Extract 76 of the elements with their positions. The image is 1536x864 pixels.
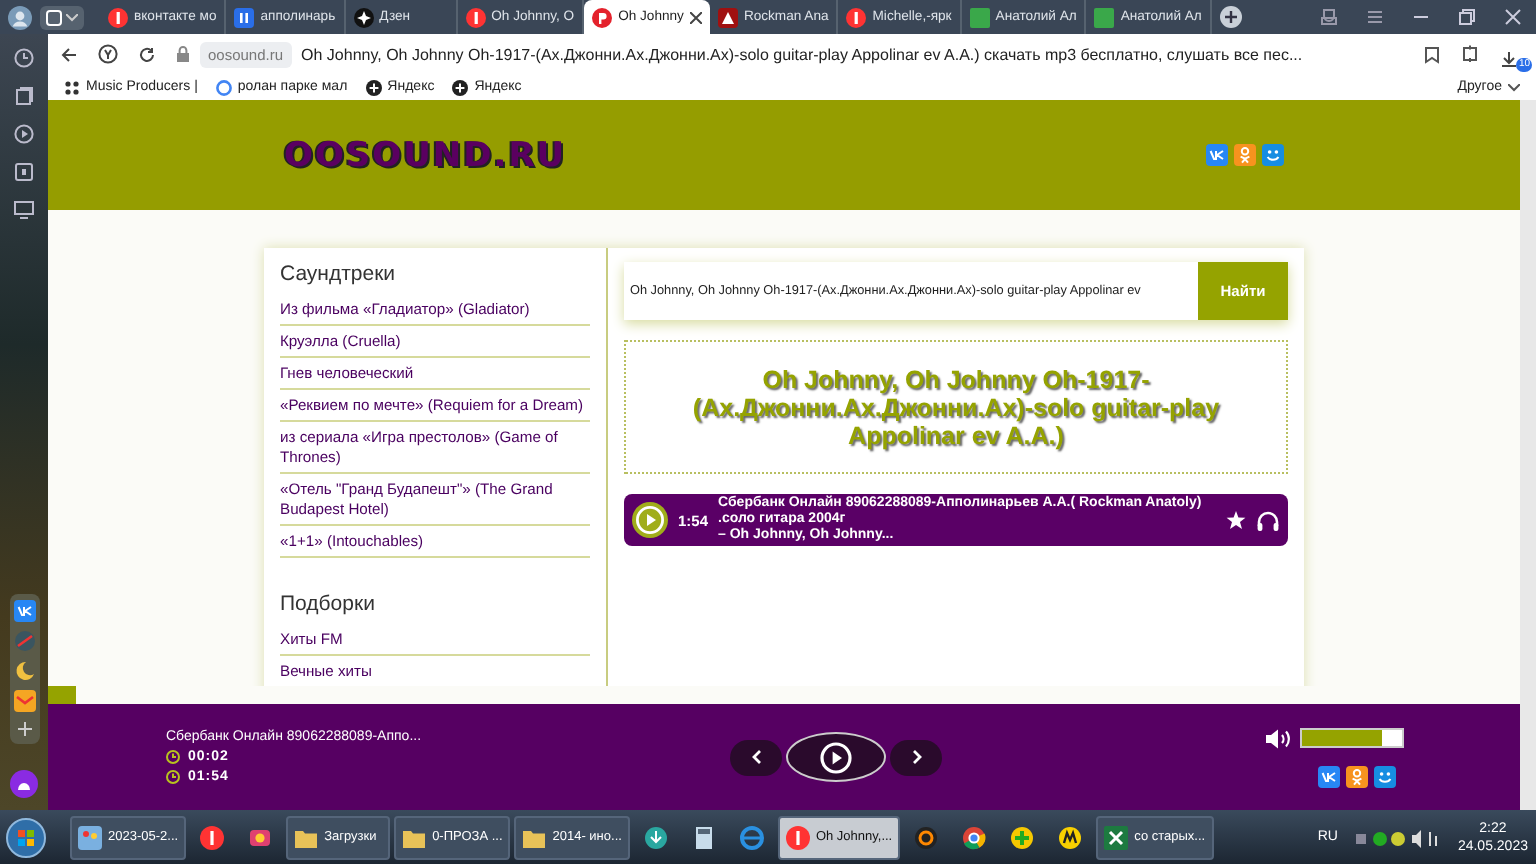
favicon-icon — [717, 7, 738, 27]
back-icon[interactable] — [60, 45, 78, 63]
clock-icon — [166, 750, 180, 764]
download-icon[interactable] — [1500, 50, 1518, 68]
favicon-icon — [353, 7, 374, 27]
reload-icon[interactable] — [138, 45, 156, 63]
mail-app-icon[interactable] — [13, 690, 35, 712]
play-icon — [820, 741, 852, 773]
previous-button[interactable] — [730, 739, 782, 775]
app-icon — [691, 825, 716, 849]
app-icon — [785, 825, 810, 849]
caret-icon — [1508, 83, 1520, 91]
app-icon — [962, 825, 987, 849]
close-icon[interactable] — [689, 11, 702, 23]
headphones-icon[interactable] — [1256, 509, 1280, 531]
odnoklassniki-icon[interactable] — [1346, 765, 1368, 787]
favicon-icon — [1094, 7, 1115, 27]
section-heading: Саундтреки — [280, 260, 398, 290]
app-icon — [1058, 825, 1083, 849]
restore-icon[interactable] — [1458, 8, 1476, 26]
assistant-icon[interactable] — [10, 770, 38, 798]
favicon-icon — [846, 7, 867, 27]
favicon-icon — [465, 7, 486, 27]
play-button[interactable] — [786, 732, 886, 782]
tab-list-button[interactable] — [40, 5, 84, 29]
play-button-icon[interactable] — [632, 502, 668, 538]
nine-square-icon[interactable] — [14, 162, 34, 182]
app-icon — [1104, 825, 1129, 849]
mail-ru-icon[interactable] — [1374, 765, 1396, 787]
song-title: Oh Johnny, Oh Johnny Oh-1917-(Ах.Джонни.Ах.Джонни.Ах)-solo guitar-play Appolinar ev A.A.) — [690, 365, 1222, 449]
lock-icon — [176, 46, 190, 62]
clock-icon — [166, 770, 180, 784]
bookmark-site-icon — [452, 79, 469, 95]
history-clock-icon[interactable] — [14, 48, 34, 68]
screen-icon[interactable] — [14, 200, 34, 220]
chevron-left-icon — [751, 750, 761, 764]
page-title: Oh Johnny, Oh Johnny Oh-1917-(Ах.Джонни.Ах.Джонни.Ах)-solo guitar-play Appolinar ev A.A.) скачать mp3 бесплатно, слушать все пес... — [301, 45, 1303, 63]
tray-icons[interactable] — [1353, 827, 1442, 847]
next-button[interactable] — [890, 739, 942, 775]
tabs-icon — [46, 9, 62, 25]
add-icon[interactable] — [15, 720, 33, 738]
site-logo[interactable]: OOSOUND.RU — [284, 135, 567, 175]
app-icon — [78, 825, 102, 849]
app-icon — [1010, 825, 1035, 849]
vk-app-icon[interactable] — [13, 600, 35, 622]
app-icon — [248, 825, 273, 849]
favicon-icon — [108, 7, 128, 27]
vk-icon[interactable] — [1318, 765, 1340, 787]
app-icon — [200, 825, 225, 849]
speaker-icon[interactable] — [1264, 727, 1292, 749]
new-tab-icon[interactable] — [1219, 6, 1242, 28]
start-button-icon[interactable] — [6, 817, 46, 857]
app-icon — [914, 825, 939, 849]
browser-logo-icon[interactable] — [98, 44, 118, 64]
favicon-icon — [969, 7, 990, 27]
star-icon[interactable] — [1226, 510, 1246, 530]
volume-slider[interactable] — [1300, 728, 1404, 748]
notes-icon[interactable] — [14, 86, 34, 106]
play-circle-icon[interactable] — [14, 124, 34, 144]
app-icon — [294, 825, 319, 849]
bookmark-site-icon — [64, 79, 80, 95]
app-icon — [739, 825, 764, 849]
menu-icon[interactable] — [1366, 8, 1384, 26]
bookmark-site-icon — [215, 79, 232, 95]
favicon-icon — [234, 7, 255, 27]
section-heading: Подборки — [280, 590, 377, 620]
profile-avatar-icon[interactable] — [8, 5, 32, 29]
bookmark-site-icon — [365, 79, 382, 95]
app-icon — [522, 825, 547, 849]
app-icon — [402, 825, 427, 849]
app-icon — [643, 825, 668, 849]
bookmark-icon[interactable] — [1424, 45, 1440, 63]
moon-app-icon[interactable] — [13, 660, 35, 682]
caret-icon — [66, 13, 78, 21]
favicon-icon — [592, 7, 613, 27]
chevron-right-icon — [911, 750, 921, 764]
